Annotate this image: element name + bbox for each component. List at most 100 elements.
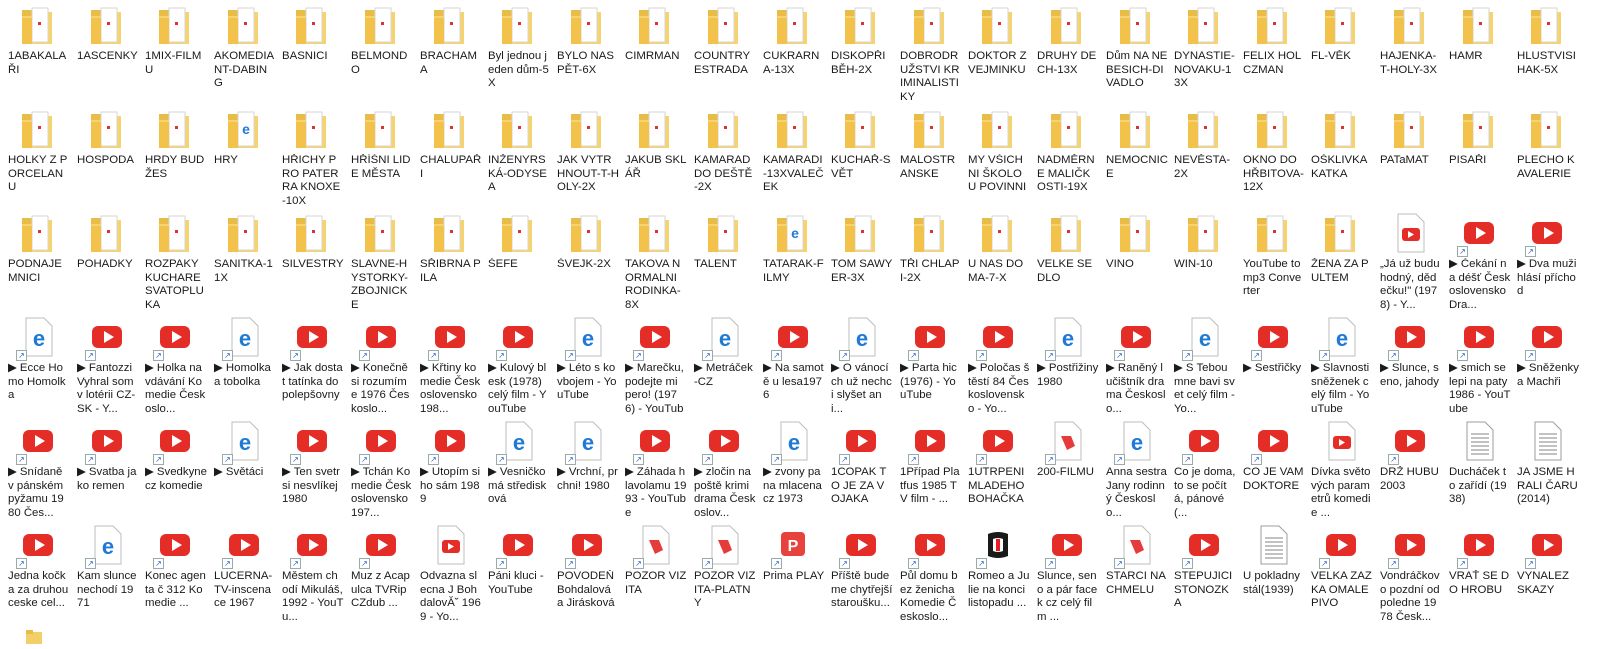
desktop-item[interactable]: e ↗ ▶ Postřižiny 1980 xyxy=(1031,312,1099,416)
desktop-item[interactable]: ↗ Vondráčkovo pozdní odpoledne 1978 Česk.… xyxy=(1374,520,1442,624)
desktop-item[interactable]: HŘICHY PRO PATERRA KNOXE-10X xyxy=(276,104,344,208)
desktop-item[interactable]: ↗ VELKA ZAZKA OMALE PIVO xyxy=(1305,520,1373,624)
desktop-item[interactable]: PLECHO KAVALERIE xyxy=(1511,104,1579,208)
desktop-item[interactable]: e ↗ Anna sestra Jany rodinný Českoslo... xyxy=(1100,416,1168,520)
desktop-item[interactable]: DYNASTIE-NOVAKU-13X xyxy=(1168,0,1236,104)
desktop-item[interactable]: ↗ 1COPAK TO JE ZA VOJAKA xyxy=(825,416,893,520)
desktop-item[interactable]: Dívka světových parametrů komedie ... xyxy=(1305,416,1373,520)
desktop-item[interactable]: VELKE SEDLO xyxy=(1031,208,1099,312)
desktop-item[interactable]: e ↗ ▶ O vánocích už nechci slyšet ani... xyxy=(825,312,893,416)
desktop-item[interactable]: DRUHY DECH-13X xyxy=(1031,0,1099,104)
desktop-item[interactable]: HŘÍŠNI LIDE MĚSTA xyxy=(345,104,413,208)
desktop-item[interactable]: ↗ ▶ Ten svetr si nesvlíkej 1980 xyxy=(276,416,344,520)
desktop-item[interactable]: SŘIBRNA PILA xyxy=(414,208,482,312)
desktop-item[interactable]: SILVESTRY xyxy=(276,208,344,312)
desktop-item[interactable]: ↗ STEPUJICI STONOZKA xyxy=(1168,520,1236,624)
desktop-item[interactable]: JA JSME HRALI ČARU(2014) xyxy=(1511,416,1579,520)
desktop-item[interactable]: ↗ Muz z Acapulca TVRip CZdub ... xyxy=(345,520,413,624)
desktop-item[interactable]: e ↗ ▶ S Tebou mne bavi svet celý film - Yo… xyxy=(1168,312,1236,416)
desktop-item[interactable]: ROZPAKY KUCHARE SVATOPLUKA xyxy=(139,208,207,312)
desktop-item[interactable]: ↗ ▶ Čekání na déšť Československo Dra... xyxy=(1443,208,1511,312)
desktop-item[interactable]: ↗ DRŽ HUBU 2003 xyxy=(1374,416,1442,520)
desktop-item[interactable]: BASNICI xyxy=(276,0,344,104)
desktop-item[interactable]: SLAVNE-HYSTORKY-ZBOJNICKE xyxy=(345,208,413,312)
desktop-item[interactable]: ↗ ▶ Záhada hlavolamu 1993 - YouTube xyxy=(619,416,687,520)
desktop-item[interactable]: TŘI CHLAPI-2X xyxy=(894,208,962,312)
desktop-item[interactable]: ŠEFE xyxy=(482,208,550,312)
desktop-item[interactable]: CUKRARNA-13X xyxy=(757,0,825,104)
desktop-item[interactable]: e TATARAK-FILMY xyxy=(757,208,825,312)
desktop-item[interactable]: DOBRODRUŽSTVI KRIMINALISTIKY xyxy=(894,0,962,104)
desktop-item[interactable]: ↗ VYNALEZ SKAZY xyxy=(1511,520,1579,624)
desktop-item[interactable]: ↗ CO JE VAM DOKTORE xyxy=(1237,416,1305,520)
desktop-item[interactable]: ↗ ▶ Snídaně v pánském pyžamu 1980 Čes... xyxy=(2,416,70,520)
desktop-item[interactable]: PATaMAT xyxy=(1374,104,1442,208)
desktop-item[interactable]: e ↗ ▶ Léto s kovbojem - YouTube xyxy=(551,312,619,416)
desktop-item[interactable]: Dům NA NEBESICH-DIVADLO xyxy=(1100,0,1168,104)
desktop-item[interactable]: JAKUB SKLÁŘ xyxy=(619,104,687,208)
desktop-item[interactable]: U pokladny stál(1939) xyxy=(1237,520,1305,624)
desktop-item[interactable]: FELIX HOLCZMAN xyxy=(1237,0,1305,104)
desktop-item[interactable]: MALOSTRANSKE xyxy=(894,104,962,208)
desktop-item[interactable]: TALENT xyxy=(688,208,756,312)
desktop-item[interactable]: ↗ 1Případ Platfus 1985 TV film - ... xyxy=(894,416,962,520)
desktop-item[interactable]: e ↗ ▶ Vesničko má středisková xyxy=(482,416,550,520)
desktop-item[interactable]: ↗ ▶ Konečně si rozumíme 1976 Českoslo... xyxy=(345,312,413,416)
desktop-item[interactable]: TOM SAWYER-3X xyxy=(825,208,893,312)
desktop-item[interactable]: WIN-10 xyxy=(1168,208,1236,312)
desktop-item[interactable]: ↗ ▶ Svedkyne cz komedie xyxy=(139,416,207,520)
desktop-item[interactable]: INŽENYRSKÁ-ODYSEA xyxy=(482,104,550,208)
desktop-item[interactable]: Ducháček to zařídí (1938) xyxy=(1443,416,1511,520)
desktop-item[interactable]: ↗ ▶ Kulový blesk (1978) celý film - YouTu… xyxy=(482,312,550,416)
desktop-item[interactable]: ↗ 1UTRPENI MLADEHO BOHAČKA xyxy=(962,416,1030,520)
desktop-item[interactable]: ↗ Jedna kočka za druhou ceske cel... xyxy=(2,520,70,624)
desktop-item[interactable]: ↗ ▶ Slunce, seno, jahody xyxy=(1374,312,1442,416)
desktop-item[interactable]: AKOMEDIANT-DABING xyxy=(208,0,276,104)
desktop-item[interactable]: ŽENA ZA PULTEM xyxy=(1305,208,1373,312)
desktop-item[interactable]: ↗ Půl domu bez ženicha Komedie Českoslo..… xyxy=(894,520,962,624)
desktop-item[interactable]: e ↗ ▶ Homolka a tobolka xyxy=(208,312,276,416)
desktop-item[interactable]: HOSPODA xyxy=(71,104,139,208)
desktop-item[interactable]: e ↗ ▶ Světáci xyxy=(208,416,276,520)
desktop-item[interactable]: e ↗ ▶ Metráček -CZ xyxy=(688,312,756,416)
desktop-item[interactable]: HRDY BUDŽES xyxy=(139,104,207,208)
desktop-item[interactable]: ↗ Konec agenta č 312 Komedie ... xyxy=(139,520,207,624)
desktop-item[interactable]: ↗ ▶ Parta hic (1976) - YouTube xyxy=(894,312,962,416)
desktop-item[interactable]: OŠKLIVKA KATKA xyxy=(1305,104,1373,208)
desktop-item[interactable]: ↗ ▶ Křtiny komedie Československo 198... xyxy=(414,312,482,416)
desktop-item[interactable]: e ↗ ▶ Slavnosti sněženek celý film - YouTu… xyxy=(1305,312,1373,416)
desktop-item[interactable]: ↗ ▶ Tchán Komedie Československo 197... xyxy=(345,416,413,520)
desktop-item[interactable]: TAKOVA NORMALNI RODINKA-8X xyxy=(619,208,687,312)
desktop-item[interactable]: YouTube to mp3 Converter xyxy=(1237,208,1305,312)
desktop-item[interactable]: PISAŘI xyxy=(1443,104,1511,208)
desktop-item[interactable]: ↗ ▶ Marečku, podejte mi pero! (1976) - Yo… xyxy=(619,312,687,416)
desktop-item[interactable]: ↗ Páni kluci - YouTube xyxy=(482,520,550,624)
desktop-item[interactable]: e ↗ Kam slunce nechodí 1971 xyxy=(71,520,139,624)
desktop-item[interactable]: e ↗ ▶ zvony pana mlacena cz 1973 xyxy=(757,416,825,520)
desktop-item[interactable]: HAJENKA-T-HOLY-3X xyxy=(1374,0,1442,104)
desktop-item[interactable]: ↗ ▶ Raněný lučištník drama Českoslo... xyxy=(1100,312,1168,416)
desktop-item[interactable]: ↗ Slunce, seno a pár facek cz celý film .… xyxy=(1031,520,1099,624)
desktop-item[interactable]: ↗ Romeo a Julie na konci listopadu ... xyxy=(962,520,1030,624)
desktop-item[interactable]: ↗ ▶ Sestřičky xyxy=(1237,312,1305,416)
desktop-item[interactable]: e ↗ ▶ Ecce Homo Homolka xyxy=(2,312,70,416)
partial-folder-icon[interactable] xyxy=(26,628,42,644)
desktop-item[interactable]: ↗ Městem chodí Mikuláš,1992 - YouTu... xyxy=(276,520,344,624)
desktop-item[interactable]: FL-VĚK xyxy=(1305,0,1373,104)
desktop-item[interactable]: POHADKY xyxy=(71,208,139,312)
desktop-item[interactable]: DOKTOR Z VEJMINKU xyxy=(962,0,1030,104)
desktop-item[interactable]: „Já už budu hodný, dědečku!" (1978) - Y.… xyxy=(1374,208,1442,312)
desktop-item[interactable]: KAMARADI-13XVALEČEK xyxy=(757,104,825,208)
desktop-item[interactable]: OKNO DO HŘBITOVA-12X xyxy=(1237,104,1305,208)
desktop-item[interactable]: HOLKY Z PORCELANU xyxy=(2,104,70,208)
desktop-item[interactable]: 1ABAKALAŘI xyxy=(2,0,70,104)
desktop-item[interactable]: ↗ POZOR VIZITA xyxy=(619,520,687,624)
desktop-item[interactable]: KUCHAŘ-SVĚT xyxy=(825,104,893,208)
desktop-item[interactable]: ↗ ▶ Dva muži hlásí příchod xyxy=(1511,208,1579,312)
desktop-item[interactable]: COUNTRY ESTRADA xyxy=(688,0,756,104)
desktop-item[interactable]: Odvazna slecna J BohdalovĂ˘ 1969 - Yo... xyxy=(414,520,482,624)
desktop-item[interactable]: JAK VYTRHNOUT-T-HOLY-2X xyxy=(551,104,619,208)
desktop-item[interactable]: ↗ VRAŤ SE DO HROBU xyxy=(1443,520,1511,624)
desktop-item[interactable]: ↗ 200-FILMU xyxy=(1031,416,1099,520)
desktop-item[interactable]: ↗ Co je doma, to se počítá, pánové (... xyxy=(1168,416,1236,520)
